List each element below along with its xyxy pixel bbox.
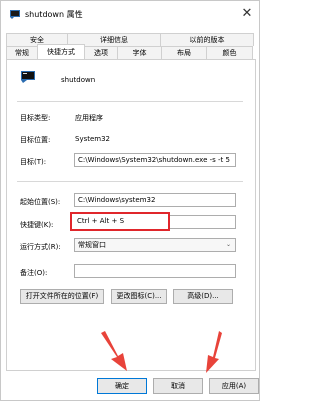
tab-shortcut[interactable]: 快捷方式 bbox=[37, 44, 85, 59]
target-type-value: 应用程序 bbox=[75, 114, 103, 122]
tab-layout[interactable]: 布局 bbox=[161, 46, 207, 59]
target-location-label: 目标位置: bbox=[20, 136, 51, 144]
run-select[interactable]: 常规窗口 ⌄ bbox=[74, 238, 236, 252]
tab-font[interactable]: 字体 bbox=[117, 46, 162, 59]
window-title: shutdown 属性 bbox=[25, 10, 83, 19]
divider bbox=[17, 101, 243, 102]
chevron-down-icon: ⌄ bbox=[225, 241, 231, 248]
arrow-annotation bbox=[101, 331, 127, 371]
target-label: 目标(T): bbox=[20, 158, 47, 166]
apply-button[interactable]: 应用(A) bbox=[209, 378, 259, 394]
tab-row-bottom: 常规 快捷方式 选项 字体 布局 颜色 bbox=[6, 44, 253, 59]
start-in-label: 起始位置(S): bbox=[20, 198, 61, 206]
cancel-button[interactable]: 取消 bbox=[153, 378, 203, 394]
close-icon: ✕ bbox=[241, 6, 253, 21]
target-location-value: System32 bbox=[75, 135, 111, 143]
comment-label: 备注(O): bbox=[20, 269, 48, 277]
change-icon-button[interactable]: 更改图标(C)... bbox=[111, 289, 167, 304]
tab-options[interactable]: 选项 bbox=[84, 46, 118, 59]
tab-colors[interactable]: 颜色 bbox=[206, 46, 253, 59]
properties-window: shutdown 属性 ✕ 安全 详细信息 以前的版本 常规 快捷方式 选项 字… bbox=[0, 0, 260, 401]
divider bbox=[17, 181, 243, 182]
shortcut-name: shutdown bbox=[61, 76, 96, 84]
close-button[interactable]: ✕ bbox=[237, 4, 257, 24]
tab-general[interactable]: 常规 bbox=[6, 46, 38, 59]
hotkey-field[interactable]: Ctrl + Alt + S bbox=[70, 212, 170, 231]
advanced-button[interactable]: 高级(D)... bbox=[173, 289, 233, 304]
console-shortcut-icon bbox=[21, 71, 35, 83]
hotkey-label: 快捷键(K): bbox=[20, 221, 54, 229]
start-in-field[interactable]: C:\Windows\system32 bbox=[74, 193, 236, 207]
run-select-value: 常规窗口 bbox=[78, 241, 106, 249]
open-location-button[interactable]: 打开文件所在的位置(F) bbox=[20, 289, 104, 304]
title-bar: shutdown 属性 ✕ bbox=[1, 1, 259, 27]
target-type-label: 目标类型: bbox=[20, 114, 51, 122]
target-field[interactable]: C:\Windows\System32\shutdown.exe -s -t 5 bbox=[74, 153, 236, 167]
arrow-annotation bbox=[206, 331, 222, 373]
comment-field[interactable] bbox=[74, 264, 236, 278]
console-shortcut-icon bbox=[10, 10, 20, 19]
run-label: 运行方式(R): bbox=[20, 243, 61, 251]
tab-previous-versions[interactable]: 以前的版本 bbox=[160, 33, 254, 46]
ok-button[interactable]: 确定 bbox=[97, 378, 147, 394]
